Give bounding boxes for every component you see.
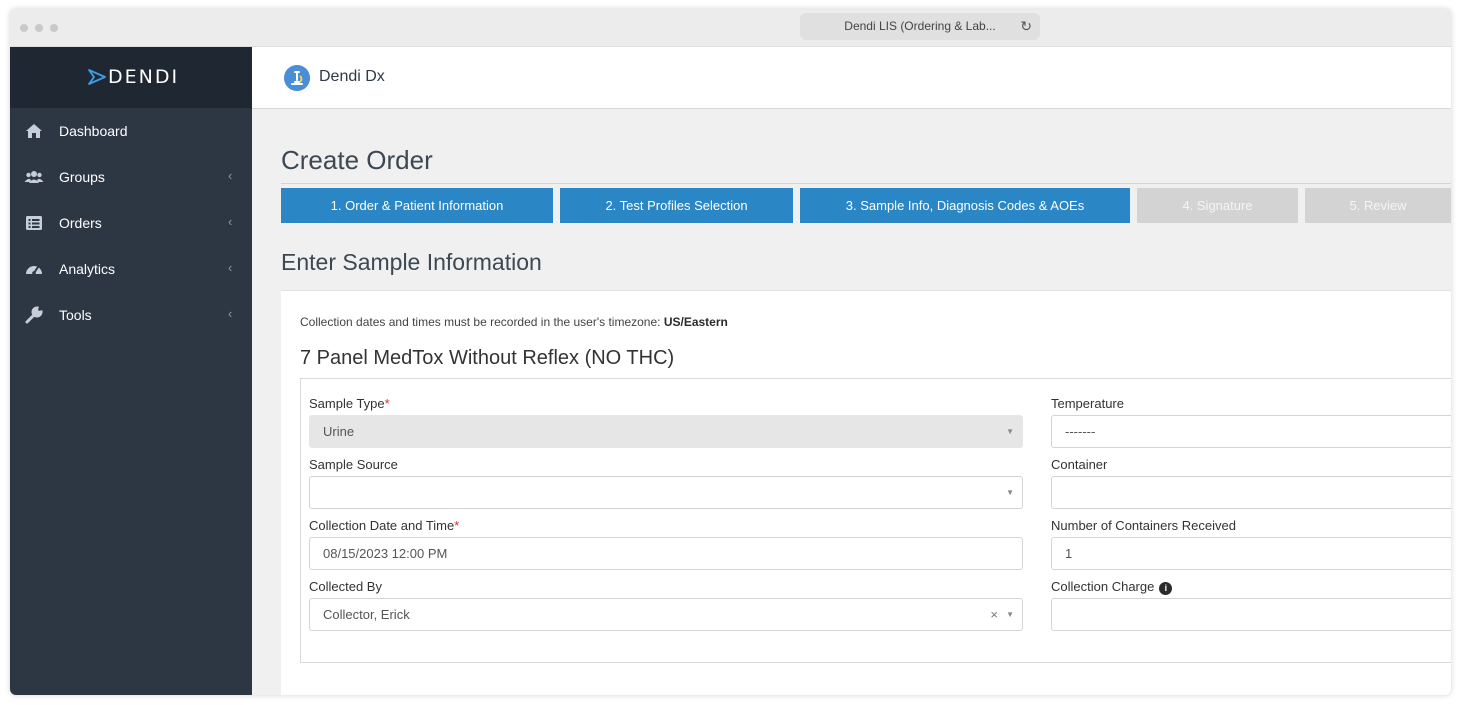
collection-datetime-label-text: Collection Date and Time xyxy=(309,518,455,533)
timezone-note: Collection dates and times must be recor… xyxy=(300,315,728,329)
container-label: Container xyxy=(1051,457,1108,472)
chevron-down-icon: ▼ xyxy=(1006,610,1014,619)
tab-title: Dendi LIS (Ordering & Lab... xyxy=(844,19,996,33)
sidebar-item-dashboard[interactable]: Dashboard xyxy=(10,109,252,155)
step-signature[interactable]: 4. Signature xyxy=(1137,188,1298,223)
step-order-patient-information[interactable]: 1. Order & Patient Information xyxy=(281,188,553,223)
collected-by-value: Collector, Erick xyxy=(323,607,410,622)
sample-type-label-text: Sample Type xyxy=(309,396,385,411)
collected-by-label: Collected By xyxy=(309,579,382,594)
brand-name: DENDI xyxy=(108,66,180,88)
timezone-value: US/Eastern xyxy=(663,315,728,329)
chevron-down-icon: ▼ xyxy=(1006,488,1014,497)
num-containers-input[interactable]: 1 xyxy=(1051,537,1451,570)
collection-datetime-input[interactable]: 08/15/2023 12:00 PM xyxy=(309,537,1023,570)
num-containers-value: 1 xyxy=(1065,546,1073,561)
sample-type-label: Sample Type* xyxy=(309,396,390,411)
panel-title: 7 Panel MedTox Without Reflex (NO THC) xyxy=(300,347,675,369)
chevron-down-icon: ▼ xyxy=(1006,427,1014,436)
collection-charge-label-text: Collection Charge xyxy=(1051,579,1155,594)
collected-by-select[interactable]: Collector, Erick × ▼ xyxy=(309,598,1023,631)
info-icon[interactable]: i xyxy=(1159,582,1173,595)
dendi-chevron-icon xyxy=(88,69,106,85)
chevron-left-icon: ‹ xyxy=(228,168,233,183)
sidebar-item-tools[interactable]: Tools ‹ xyxy=(10,293,252,339)
window-close-button[interactable] xyxy=(20,24,28,32)
collection-charge-input[interactable] xyxy=(1051,598,1451,631)
home-icon xyxy=(26,124,42,138)
chevron-left-icon: ‹ xyxy=(228,260,233,275)
dendi-logo[interactable]: DENDI xyxy=(87,65,179,89)
section-title: Enter Sample Information xyxy=(281,249,542,275)
temperature-value: ------- xyxy=(1065,424,1096,439)
step-sample-info[interactable]: 3. Sample Info, Diagnosis Codes & AOEs xyxy=(800,188,1130,223)
sidebar-item-groups[interactable]: Groups ‹ xyxy=(10,155,252,201)
sample-type-value: Urine xyxy=(323,424,355,439)
sidebar-item-label: Groups xyxy=(59,169,105,185)
container-input[interactable] xyxy=(1051,476,1451,509)
users-icon xyxy=(24,171,44,183)
brand-bar: DENDI xyxy=(10,47,252,108)
reload-icon[interactable]: ↻ xyxy=(1020,13,1032,40)
divider xyxy=(281,183,1451,184)
sample-source-select[interactable]: ▼ xyxy=(309,476,1023,509)
browser-window: Dendi LIS (Ordering & Lab... ↻ DENDI Das… xyxy=(10,9,1451,695)
sidebar-item-label: Analytics xyxy=(59,261,116,277)
sidebar-item-label: Tools xyxy=(59,307,92,323)
sidebar-item-analytics[interactable]: Analytics ‹ xyxy=(10,247,252,293)
sample-source-label: Sample Source xyxy=(309,457,398,472)
wrench-icon xyxy=(25,306,43,324)
page-title: Create Order xyxy=(281,145,433,175)
sample-type-select[interactable]: Urine ▼ xyxy=(309,415,1023,448)
required-mark: * xyxy=(384,396,390,411)
chevron-left-icon: ‹ xyxy=(228,306,233,321)
sidebar-item-label: Orders xyxy=(59,215,102,231)
sidebar-item-orders[interactable]: Orders ‹ xyxy=(10,201,252,247)
collection-datetime-value: 08/15/2023 12:00 PM xyxy=(323,546,448,561)
num-containers-label: Number of Containers Received xyxy=(1051,518,1236,533)
main-content: Create Order 1. Order & Patient Informat… xyxy=(252,109,1451,695)
collection-charge-label: Collection Charge i xyxy=(1051,579,1173,595)
step-review[interactable]: 5. Review xyxy=(1305,188,1451,223)
temperature-input[interactable]: ------- xyxy=(1051,415,1451,448)
list-icon xyxy=(26,216,42,230)
timezone-note-text: Collection dates and times must be recor… xyxy=(300,315,661,329)
app-name: Dendi Dx xyxy=(319,68,385,85)
sidebar-item-label: Dashboard xyxy=(59,123,128,139)
clear-icon[interactable]: × xyxy=(990,599,998,630)
required-mark: * xyxy=(454,518,460,533)
app-header: Dendi Dx xyxy=(252,47,1451,109)
collection-datetime-label: Collection Date and Time* xyxy=(309,518,459,533)
window-zoom-button[interactable] xyxy=(50,24,58,32)
sidebar: DENDI Dashboard Groups ‹ Orders ‹ Analyt… xyxy=(10,47,252,695)
sample-form-box: Sample Type* Urine ▼ Sample Source ▼ Col… xyxy=(300,378,1451,663)
sample-info-card: Collection dates and times must be recor… xyxy=(281,290,1451,695)
dashboard-gauge-icon xyxy=(26,266,42,275)
address-bar[interactable]: Dendi LIS (Ordering & Lab... ↻ xyxy=(800,13,1040,40)
temperature-label: Temperature xyxy=(1051,396,1124,411)
window-minimize-button[interactable] xyxy=(35,24,43,32)
microscope-logo-icon xyxy=(284,65,310,91)
chevron-left-icon: ‹ xyxy=(228,214,233,229)
browser-titlebar: Dendi LIS (Ordering & Lab... ↻ xyxy=(10,9,1451,47)
step-test-profiles-selection[interactable]: 2. Test Profiles Selection xyxy=(560,188,793,223)
